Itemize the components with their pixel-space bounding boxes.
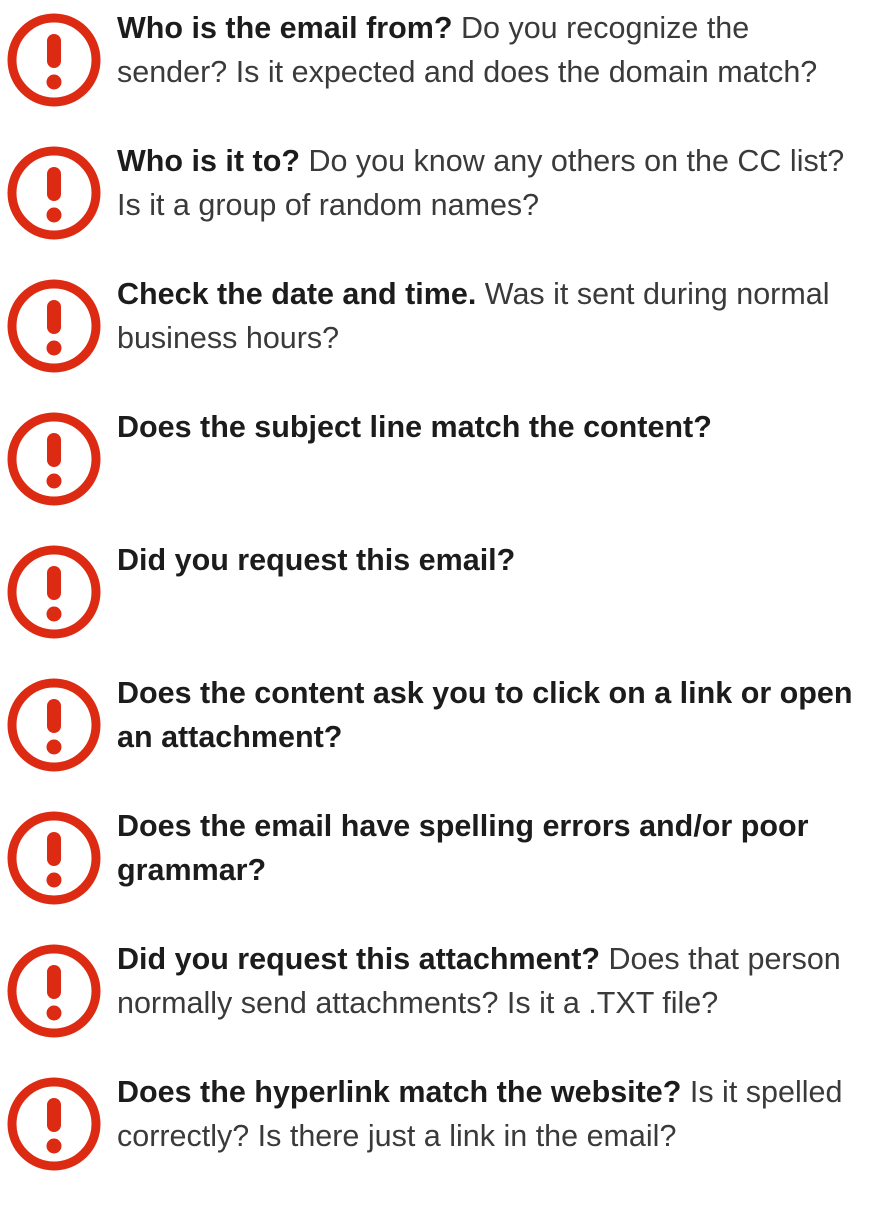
exclamation-circle-icon: [6, 810, 102, 906]
item-bold: Does the hyperlink match the website?: [117, 1075, 682, 1109]
exclamation-circle-icon: [6, 943, 102, 1039]
exclamation-circle-icon: [6, 411, 102, 507]
item-bold: Did you request this email?: [117, 543, 516, 577]
list-item: Does the email have spelling errors and/…: [0, 809, 869, 920]
item-text: Does the subject line match the content?: [117, 405, 867, 449]
checklist: Who is the email from? Do you recognize …: [0, 0, 869, 1205]
list-item: Does the subject line match the content?: [0, 410, 869, 521]
list-item: Check the date and time. Was it sent dur…: [0, 277, 869, 388]
exclamation-circle-icon: [6, 12, 102, 108]
item-bold: Does the subject line match the content?: [117, 410, 712, 444]
list-item: Did you request this email?: [0, 543, 869, 654]
item-bold: Does the email have spelling errors and/…: [117, 809, 809, 887]
item-bold: Who is it to?: [117, 144, 300, 178]
list-item: Does the hyperlink match the website? Is…: [0, 1075, 869, 1186]
exclamation-circle-icon: [6, 544, 102, 640]
exclamation-circle-icon: [6, 145, 102, 241]
item-bold: Did you request this attachment?: [117, 942, 600, 976]
item-bold: Who is the email from?: [117, 11, 453, 45]
item-text: Did you request this attachment? Does th…: [117, 937, 867, 1025]
list-item: Does the content ask you to click on a l…: [0, 676, 869, 787]
item-bold: Does the content ask you to click on a l…: [117, 676, 853, 754]
item-text: Who is it to? Do you know any others on …: [117, 139, 867, 227]
list-item: Who is it to? Do you know any others on …: [0, 144, 869, 255]
list-item: Did you request this attachment? Does th…: [0, 942, 869, 1053]
item-text: Does the hyperlink match the website? Is…: [117, 1070, 867, 1158]
exclamation-circle-icon: [6, 1076, 102, 1172]
item-bold: Check the date and time.: [117, 277, 477, 311]
item-text: Does the email have spelling errors and/…: [117, 804, 867, 892]
item-text: Who is the email from? Do you recognize …: [117, 6, 867, 94]
exclamation-circle-icon: [6, 278, 102, 374]
item-text: Did you request this email?: [117, 538, 867, 582]
item-text: Does the content ask you to click on a l…: [117, 671, 867, 759]
list-item: Who is the email from? Do you recognize …: [0, 11, 869, 122]
exclamation-circle-icon: [6, 677, 102, 773]
item-text: Check the date and time. Was it sent dur…: [117, 272, 867, 360]
